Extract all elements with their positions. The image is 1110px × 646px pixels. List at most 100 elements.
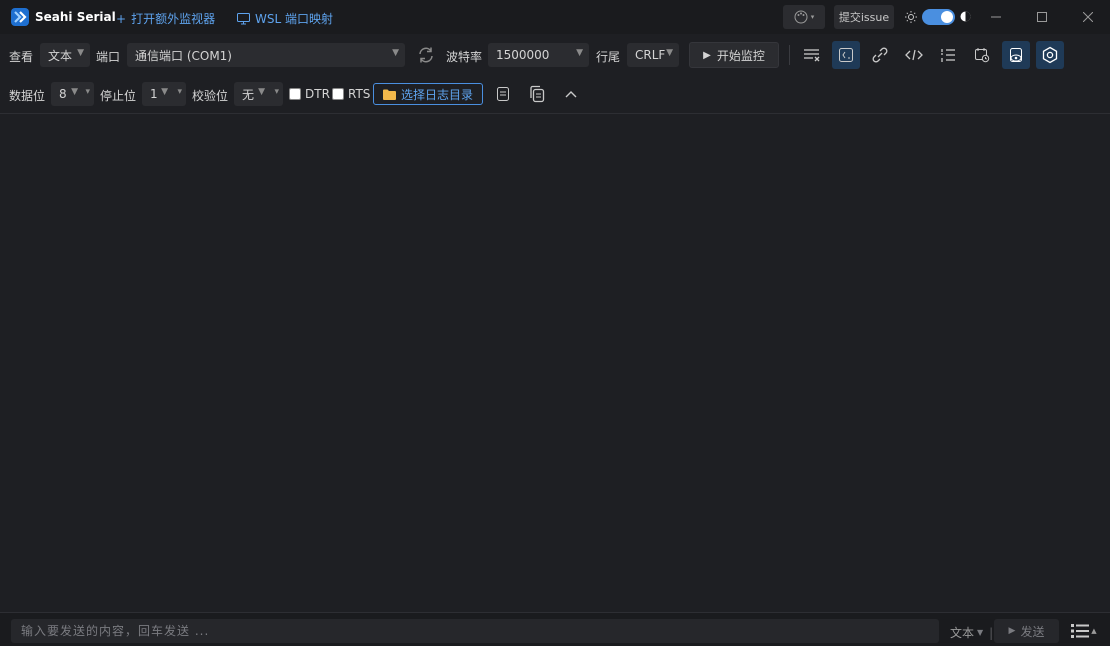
chevron-down-icon: ▼ (161, 87, 168, 97)
sun-icon (905, 11, 917, 23)
copy-button[interactable] (523, 80, 551, 108)
wsl-port-mapping-link[interactable]: WSL 端口映射 (237, 10, 333, 27)
chevron-down-icon: ▾ (177, 87, 182, 97)
select-log-dir-label: 选择日志目录 (400, 87, 473, 102)
minimize-icon (991, 16, 1001, 18)
list-icon (1071, 624, 1090, 638)
refresh-ports-button[interactable] (412, 41, 440, 69)
send-format-select[interactable]: 文本 ▼ | (950, 624, 993, 641)
app-title: Seahi Serial (35, 10, 116, 24)
display-button[interactable] (1002, 41, 1030, 69)
maximize-icon (1037, 12, 1047, 22)
chevron-down-icon: ▾ (810, 13, 815, 21)
line-numbers-button[interactable] (934, 41, 962, 69)
send-label: 发送 (1020, 624, 1045, 639)
play-icon: ▶ (703, 49, 711, 61)
clear-output-button[interactable] (798, 41, 826, 69)
chevron-up-icon: ▲ (1091, 627, 1097, 635)
folder-icon (382, 89, 396, 100)
stopbits-select-value: 1 (150, 87, 158, 101)
baud-select[interactable]: 1500000 ▼ (488, 43, 589, 67)
view-label: 查看 (9, 50, 34, 64)
code-icon (905, 49, 923, 61)
view-select-value: 文本 (48, 48, 73, 63)
chevron-down-icon: ▾ (85, 87, 90, 97)
start-monitor-label: 开始监控 (716, 48, 765, 63)
moon-icon (960, 11, 971, 22)
monitor-icon (237, 12, 250, 24)
rts-checkbox[interactable] (332, 88, 344, 100)
databits-label: 数据位 (9, 89, 46, 103)
palette-button[interactable]: ▾ (783, 5, 825, 29)
parity-select[interactable]: 无 ▼ ▾ (234, 82, 283, 106)
chevron-up-icon (565, 91, 577, 98)
numbered-list-icon (941, 49, 955, 62)
chevron-down-icon: ▼ (392, 48, 399, 58)
baud-select-value: 1500000 (496, 48, 550, 62)
copy-icon (530, 85, 545, 103)
port-select[interactable]: 通信端口 (COM1) ▼ (127, 43, 405, 67)
chevron-down-icon: ▼ (576, 48, 583, 58)
document-icon (497, 87, 509, 101)
chevron-down-icon: ▼ (666, 48, 673, 58)
eol-select[interactable]: CRLF ▼ (627, 43, 679, 67)
play-icon: ▶ (1008, 626, 1016, 636)
title-bar: Seahi Serial + 打开额外监视器 WSL 端口映射 ▾ 提交issu… (0, 0, 1110, 34)
send-button[interactable]: ▶ 发送 (994, 619, 1059, 643)
open-log-button[interactable] (489, 80, 517, 108)
open-extra-monitor-label: 打开额外监视器 (131, 12, 216, 26)
timestamp-button[interactable] (968, 41, 996, 69)
chevron-down-icon: ▼ (977, 628, 984, 637)
submit-issue-button[interactable]: 提交issue (834, 5, 894, 29)
app-window: Seahi Serial + 打开额外监视器 WSL 端口映射 ▾ 提交issu… (0, 0, 1110, 646)
calendar-clock-icon (975, 48, 990, 63)
baud-label: 波特率 (446, 50, 483, 64)
view-select[interactable]: 文本 ▼ (40, 43, 90, 67)
output-area[interactable] (0, 114, 1110, 612)
stopbits-label: 停止位 (100, 89, 137, 103)
palette-icon (794, 10, 808, 24)
clear-lines-icon (804, 49, 820, 62)
link-icon (872, 47, 888, 63)
eol-label: 行尾 (596, 50, 621, 64)
minimize-button[interactable] (973, 0, 1019, 34)
chevron-down-icon: ▼ (77, 48, 84, 58)
settings-button[interactable] (1036, 41, 1064, 69)
screen-eye-icon (1010, 48, 1022, 62)
send-format-divider: | (989, 625, 994, 640)
send-history-button[interactable]: ▲ (1064, 619, 1104, 643)
chevron-down-icon: ▾ (274, 87, 279, 97)
start-monitor-button[interactable]: ▶ 开始监控 (689, 42, 779, 68)
close-icon (1083, 12, 1093, 22)
toggle-knob (941, 11, 953, 23)
plus-icon: + (116, 11, 127, 26)
link-button[interactable] (866, 41, 894, 69)
toolbar-divider (789, 45, 790, 65)
port-select-value: 通信端口 (COM1) (135, 48, 232, 63)
rts-label: RTS (348, 87, 371, 101)
eol-select-value: CRLF (635, 48, 666, 62)
chevron-down-icon: ▼ (71, 87, 78, 97)
databits-select[interactable]: 8 ▼ ▾ (51, 82, 94, 106)
chevron-down-icon: ▼ (258, 87, 265, 97)
databits-select-value: 8 (59, 87, 67, 101)
theme-toggle[interactable] (922, 9, 955, 25)
select-log-dir-button[interactable]: 选择日志目录 (373, 83, 483, 105)
gear-icon (1042, 46, 1058, 64)
dtr-checkbox[interactable] (289, 88, 301, 100)
scroll-icon (839, 48, 853, 62)
send-format-value: 文本 (950, 626, 975, 640)
send-input[interactable] (11, 619, 939, 643)
parity-label: 校验位 (192, 89, 229, 103)
stopbits-select[interactable]: 1 ▼ ▾ (142, 82, 186, 106)
collapse-toolbar-button[interactable] (557, 80, 585, 108)
dtr-label: DTR (305, 87, 330, 101)
code-view-button[interactable] (900, 41, 928, 69)
parity-select-value: 无 (242, 87, 255, 102)
app-logo-icon (11, 8, 29, 26)
auto-scroll-button[interactable] (832, 41, 860, 69)
close-button[interactable] (1065, 0, 1110, 34)
maximize-button[interactable] (1019, 0, 1065, 34)
open-extra-monitor-link[interactable]: + 打开额外监视器 (116, 10, 215, 27)
wsl-port-mapping-label: WSL 端口映射 (255, 12, 333, 26)
